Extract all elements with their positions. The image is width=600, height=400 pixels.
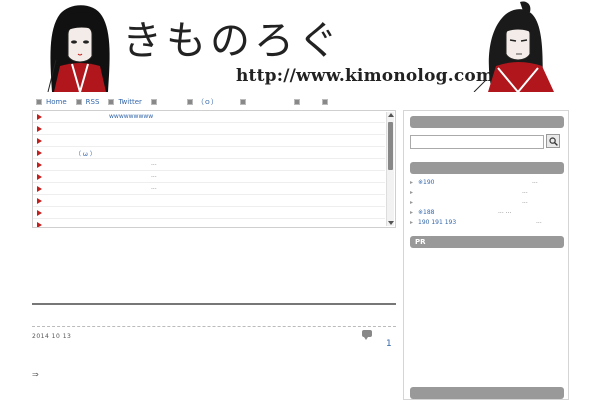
sidebar-list-title[interactable]: ※188: [418, 209, 434, 216]
list-item[interactable]: [33, 123, 385, 135]
red-arrow-icon: [37, 198, 42, 204]
nav-item-twitter[interactable]: Twitter: [108, 98, 142, 106]
side-arrow-icon: ▸: [410, 179, 414, 186]
comment-count-link[interactable]: 1: [386, 339, 392, 349]
left-character-illustration: [47, 5, 110, 92]
list-item[interactable]: ...: [33, 159, 385, 171]
list-item[interactable]: （ ω ）: [33, 147, 385, 159]
sidebar-list-item[interactable]: ▸ ※190...: [410, 178, 564, 188]
sidebar-heading-pr: PR: [410, 236, 564, 248]
red-arrow-icon: [37, 174, 42, 180]
global-nav: Home RSS Twitter （ｏ）: [36, 96, 341, 108]
nav-item-rss[interactable]: RSS: [75, 98, 100, 106]
nav-square-icon: [293, 99, 300, 105]
sidebar-list-item[interactable]: ▸...: [410, 188, 564, 198]
sidebar-list-item[interactable]: ▸ 190 191 193...: [410, 218, 564, 228]
nav-square-icon: [75, 99, 82, 105]
nav-label: Twitter: [118, 98, 142, 106]
list-item-ellipsis: ...: [151, 172, 157, 179]
recent-entries-list: wwwwwwwww （ ω ） ... ... ...: [33, 111, 385, 227]
search-input[interactable]: [410, 135, 544, 149]
nav-item-7[interactable]: [293, 99, 304, 105]
article-dashed-divider: [32, 326, 396, 327]
list-item-title[interactable]: （ ω ）: [75, 149, 96, 158]
red-arrow-icon: [37, 210, 42, 216]
nav-item-home[interactable]: Home: [36, 98, 67, 106]
scroll-down-icon[interactable]: [388, 221, 394, 225]
red-arrow-icon: [37, 150, 42, 156]
sidebar-list-ellipsis: ...: [522, 188, 528, 195]
search-icon: [549, 137, 558, 146]
site-title[interactable]: きものろぐ: [122, 8, 342, 66]
nav-item-6[interactable]: [239, 99, 250, 105]
side-arrow-icon: ▸: [410, 209, 414, 216]
comment-icon[interactable]: [362, 330, 372, 340]
list-item[interactable]: ...: [33, 171, 385, 183]
side-arrow-icon: ▸: [410, 189, 414, 196]
nav-square-icon: [108, 99, 115, 105]
sidebar-list-title[interactable]: ※190: [418, 179, 434, 186]
list-item[interactable]: [33, 195, 385, 207]
nav-square-icon: [186, 99, 193, 105]
sidebar-list-ellipsis: ...: [532, 178, 538, 185]
recent-entries-box[interactable]: wwwwwwwww （ ω ） ... ... ...: [32, 110, 396, 228]
nav-square-icon: [321, 99, 328, 105]
list-item[interactable]: [33, 135, 385, 147]
nav-square-icon: [36, 99, 42, 105]
list-item[interactable]: [33, 207, 385, 219]
nav-item-5[interactable]: （ｏ）: [186, 97, 218, 107]
list-item-ellipsis: ...: [151, 160, 157, 167]
sidebar-list-title[interactable]: 190 191 193: [418, 219, 456, 226]
list-item[interactable]: wwwwwwwww: [33, 111, 385, 123]
red-arrow-icon: [37, 114, 42, 120]
right-character-illustration: [473, 1, 554, 92]
red-arrow-icon: [37, 126, 42, 132]
scroll-up-icon[interactable]: [388, 113, 394, 117]
article-divider: [32, 303, 396, 305]
side-arrow-icon: ▸: [410, 219, 414, 226]
search-button[interactable]: [546, 134, 560, 148]
sidebar-heading-bottom: [410, 387, 564, 399]
sidebar-list-ellipsis: ... ...: [498, 208, 512, 215]
nav-item-8[interactable]: [321, 99, 332, 105]
header-banner[interactable]: きものろぐ http://www.kimonolog.com/: [30, 0, 570, 92]
nav-square-icon: [150, 99, 157, 105]
sidebar-heading-search: [410, 116, 564, 128]
nav-label: （ｏ）: [196, 98, 218, 106]
continue-arrow[interactable]: ⇒: [32, 370, 39, 379]
sidebar-list-item[interactable]: ▸ ※188 ... ...: [410, 208, 564, 218]
list-item-ellipsis: ...: [151, 184, 157, 191]
red-arrow-icon: [37, 186, 42, 192]
post-date: 2014 10 13: [32, 333, 72, 340]
scrollbar-thumb[interactable]: [388, 122, 393, 170]
list-item-title[interactable]: wwwwwwwww: [109, 113, 153, 120]
red-arrow-icon: [37, 222, 42, 227]
nav-label: Home: [46, 98, 67, 106]
sidebar-list-item[interactable]: ▸...: [410, 198, 564, 208]
list-item[interactable]: ...: [33, 183, 385, 195]
sidebar-list-ellipsis: ...: [536, 218, 542, 225]
red-arrow-icon: [37, 138, 42, 144]
sidebar-list-ellipsis: ...: [522, 198, 528, 205]
red-arrow-icon: [37, 162, 42, 168]
sidebar-heading-list: [410, 162, 564, 174]
sidebar: ▸ ※190... ▸... ▸... ▸ ※188... ... ▸ 190 191…: [403, 110, 569, 400]
list-item[interactable]: [33, 219, 385, 227]
nav-label: RSS: [85, 98, 100, 106]
side-arrow-icon: ▸: [410, 199, 414, 206]
nav-item-4[interactable]: [150, 99, 161, 105]
list-scrollbar[interactable]: [386, 112, 394, 226]
nav-square-icon: [239, 99, 246, 105]
